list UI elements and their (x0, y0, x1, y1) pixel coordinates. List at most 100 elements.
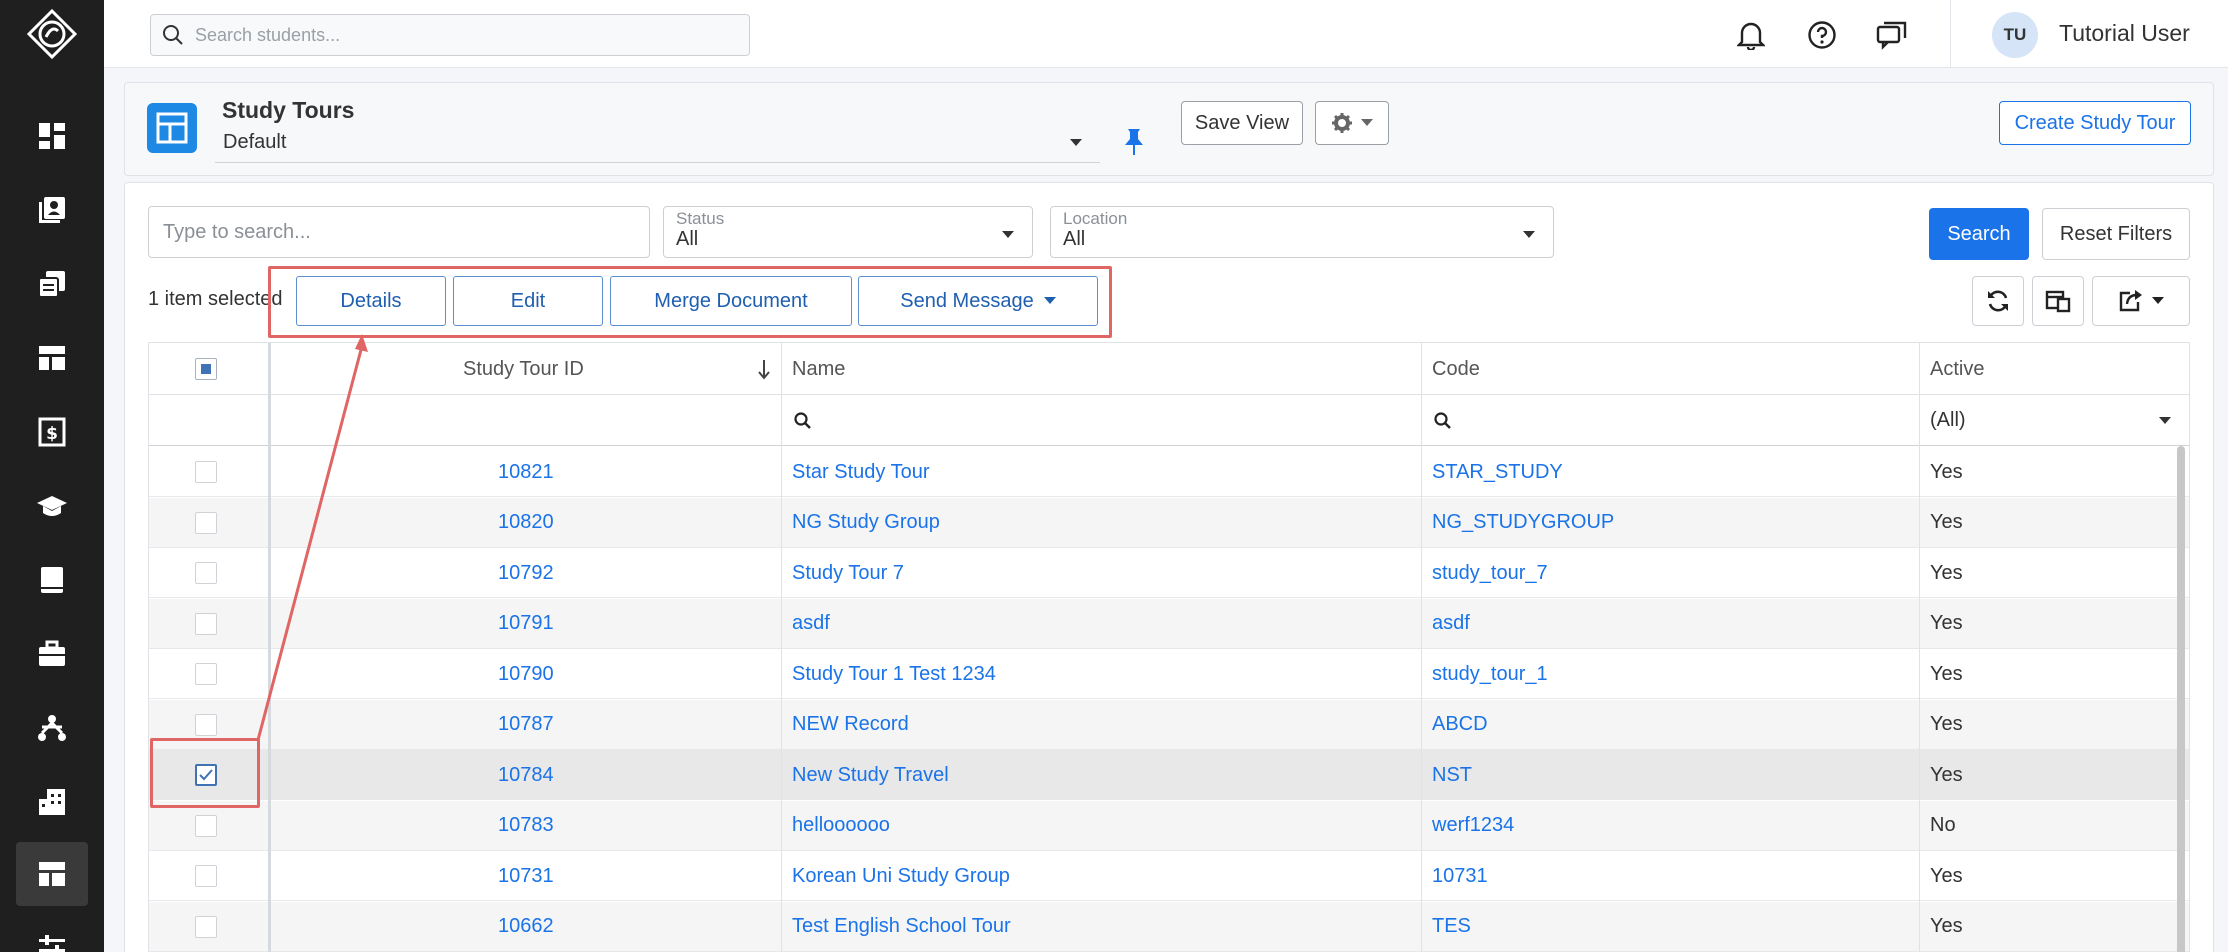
cell-name[interactable]: NG Study Group (792, 498, 940, 548)
app-logo[interactable] (24, 8, 80, 60)
cell-name[interactable]: New Study Travel (792, 750, 949, 800)
layout-icon[interactable] (16, 326, 88, 390)
row-checkbox[interactable] (195, 814, 217, 837)
row-checkbox[interactable] (195, 915, 217, 938)
row-select-cell[interactable] (195, 548, 217, 598)
chevron-down-icon[interactable] (2159, 395, 2171, 446)
column-chooser-button[interactable] (2032, 276, 2084, 326)
cell-code[interactable]: 10731 (1432, 851, 1488, 901)
cell-code[interactable]: STAR_STUDY (1432, 447, 1563, 497)
cell-study-tour-id[interactable]: 10820 (498, 498, 554, 548)
global-search-input[interactable] (195, 24, 735, 46)
table-row[interactable]: 10821 Star Study Tour STAR_STUDY Yes (149, 447, 2189, 497)
cell-study-tour-id[interactable]: 10791 (498, 599, 554, 649)
cell-code[interactable]: study_tour_7 (1432, 548, 1548, 598)
refresh-button[interactable] (1972, 276, 2024, 326)
cell-code[interactable]: TES (1432, 902, 1471, 952)
cell-name[interactable]: Study Tour 7 (792, 548, 904, 598)
cell-code[interactable]: study_tour_1 (1432, 649, 1548, 699)
row-checkbox[interactable] (195, 511, 217, 534)
cell-study-tour-id[interactable]: 10792 (498, 548, 554, 598)
bell-icon[interactable] (1734, 18, 1768, 52)
create-study-tour-button[interactable]: Create Study Tour (1999, 101, 2191, 145)
row-select-cell[interactable] (195, 649, 217, 699)
cell-name[interactable]: Korean Uni Study Group (792, 851, 1010, 901)
table-row[interactable]: 10820 NG Study Group NG_STUDYGROUP Yes (149, 497, 2189, 548)
study-tours-icon[interactable] (16, 842, 88, 906)
status-filter[interactable]: Status All (663, 206, 1033, 258)
table-row[interactable]: 10790 Study Tour 1 Test 1234 study_tour_1 Y… (149, 649, 2189, 699)
cell-study-tour-id[interactable]: 10790 (498, 649, 554, 699)
global-search[interactable] (150, 14, 750, 56)
briefcase-icon[interactable] (16, 622, 88, 686)
chat-icon[interactable] (1875, 18, 1909, 52)
cell-code[interactable]: NG_STUDYGROUP (1432, 498, 1614, 548)
row-select-cell[interactable] (195, 599, 217, 649)
column-header-active[interactable]: Active (1930, 343, 1984, 395)
cell-study-tour-id[interactable]: 10787 (498, 700, 554, 750)
cell-code[interactable]: werf1234 (1432, 801, 1514, 851)
settings-dropdown-button[interactable] (1315, 101, 1389, 145)
select-all-cell[interactable] (195, 343, 217, 395)
search-button[interactable]: Search (1929, 208, 2029, 260)
column-header-name[interactable]: Name (792, 343, 845, 395)
table-row[interactable]: 10792 Study Tour 7 study_tour_7 Yes (149, 548, 2189, 598)
network-icon[interactable] (16, 696, 88, 760)
table-row[interactable]: 10791 asdf asdf Yes (149, 598, 2189, 649)
help-icon[interactable] (1805, 18, 1839, 52)
cell-name[interactable]: Star Study Tour (792, 447, 929, 497)
table-row[interactable]: 10662 Test English School Tour TES Yes (149, 901, 2189, 952)
cell-study-tour-id[interactable]: 10731 (498, 851, 554, 901)
dashboard-icon[interactable] (16, 104, 88, 168)
pin-icon[interactable] (1123, 127, 1145, 162)
finance-icon[interactable]: $ (16, 400, 88, 464)
table-row[interactable]: 10787 NEW Record ABCD Yes (149, 699, 2189, 750)
row-select-cell[interactable] (195, 801, 217, 851)
cell-code[interactable]: NST (1432, 750, 1472, 800)
select-all-checkbox[interactable] (195, 358, 217, 380)
row-checkbox[interactable] (195, 562, 217, 584)
cell-study-tour-id[interactable]: 10783 (498, 801, 554, 851)
settings-sliders-icon[interactable] (16, 914, 88, 952)
column-header-code[interactable]: Code (1432, 343, 1480, 395)
user-name[interactable]: Tutorial User (2059, 20, 2190, 47)
cell-name[interactable]: Test English School Tour (792, 902, 1011, 952)
code-filter-search-icon[interactable] (1434, 395, 1452, 446)
save-view-button[interactable]: Save View (1181, 101, 1303, 145)
cell-name[interactable]: helloooooo (792, 801, 890, 851)
cell-name[interactable]: Study Tour 1 Test 1234 (792, 649, 996, 699)
row-select-cell[interactable] (195, 498, 217, 548)
cell-study-tour-id[interactable]: 10784 (498, 750, 554, 800)
row-select-cell[interactable] (195, 902, 217, 952)
table-row[interactable]: 10784 New Study Travel NST Yes (149, 750, 2189, 800)
name-filter-search-icon[interactable] (794, 395, 812, 446)
reset-filters-button[interactable]: Reset Filters (2042, 208, 2190, 260)
row-checkbox[interactable] (195, 461, 217, 483)
row-select-cell[interactable] (195, 851, 217, 901)
building-icon[interactable] (16, 770, 88, 834)
cell-name[interactable]: asdf (792, 599, 830, 649)
keyword-search-input[interactable] (149, 207, 649, 257)
view-select[interactable]: Default (215, 125, 1100, 163)
cell-name[interactable]: NEW Record (792, 700, 909, 750)
avatar[interactable]: TU (1992, 12, 2038, 58)
documents-icon[interactable] (16, 252, 88, 316)
graduation-cap-icon[interactable] (16, 474, 88, 538)
cell-study-tour-id[interactable]: 10821 (498, 447, 554, 497)
row-checkbox[interactable] (195, 663, 217, 685)
grid-scrollbar[interactable] (2177, 446, 2185, 952)
row-checkbox[interactable] (195, 612, 217, 635)
row-checkbox[interactable] (195, 713, 217, 736)
location-filter[interactable]: Location All (1050, 206, 1554, 258)
table-row[interactable]: 10783 helloooooo werf1234 No (149, 800, 2189, 851)
column-header-id[interactable]: Study Tour ID (463, 343, 584, 395)
book-icon[interactable] (16, 548, 88, 612)
active-filter-select[interactable]: (All) (1930, 395, 1966, 446)
cell-code[interactable]: ABCD (1432, 700, 1488, 750)
cell-study-tour-id[interactable]: 10662 (498, 902, 554, 952)
sort-desc-icon[interactable] (757, 343, 771, 395)
export-dropdown-button[interactable] (2092, 276, 2190, 326)
keyword-search-field[interactable] (148, 206, 650, 258)
row-checkbox[interactable] (195, 865, 217, 887)
row-select-cell[interactable] (195, 447, 217, 497)
